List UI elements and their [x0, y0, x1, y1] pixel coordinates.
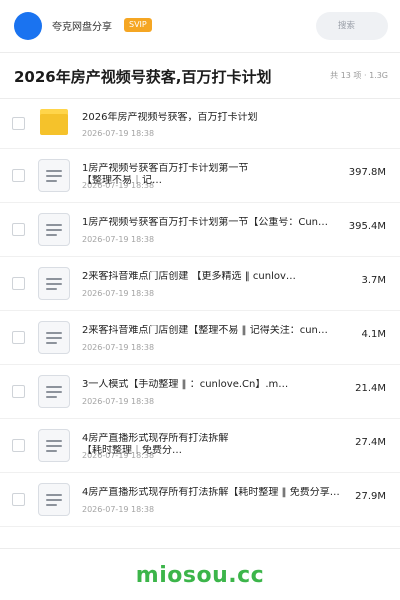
- file-name: 4房产直播形式现存所有打法拆解: [82, 433, 229, 444]
- svip-badge: SVIP: [124, 18, 152, 32]
- search-input[interactable]: 搜索: [316, 12, 388, 40]
- file-size: 21.4M: [355, 383, 386, 394]
- file-size: 3.7M: [361, 275, 386, 286]
- file-list: 2026年房产视频号获客，百万打卡计划 2026-07-19 18:38 1房产…: [0, 99, 400, 527]
- file-size: 27.4M: [355, 437, 386, 448]
- file-name: 4房产直播形式现存所有打法拆解【耗时整理 ‖ 免费分享…: [82, 487, 340, 498]
- file-size: 397.8M: [348, 167, 386, 178]
- document-icon: [38, 267, 70, 300]
- list-item[interactable]: 2026年房产视频号获客，百万打卡计划 2026-07-19 18:38: [0, 99, 400, 149]
- document-icon: [38, 213, 70, 246]
- select-checkbox[interactable]: [12, 493, 25, 506]
- share-header: 2026年房产视频号获客,百万打卡计划 共 13 项 · 1.3G: [0, 53, 400, 99]
- select-checkbox[interactable]: [12, 385, 25, 398]
- select-checkbox[interactable]: [12, 277, 25, 290]
- file-size: 4.1M: [361, 329, 386, 340]
- file-name: 2来客抖音难点门店创建 【更多精选 ‖ cunlov…: [82, 271, 296, 282]
- file-date: 2026-07-19 18:38: [82, 343, 155, 352]
- file-size: 395.4M: [348, 221, 386, 232]
- select-checkbox[interactable]: [12, 439, 25, 452]
- list-item[interactable]: 3一人模式【手动整理 ‖ ：cunlove.Cn】.m… 2026-07-19 …: [0, 365, 400, 419]
- document-icon: [38, 321, 70, 354]
- document-icon: [38, 483, 70, 516]
- file-date: 2026-07-19 18:38: [82, 397, 155, 406]
- list-item[interactable]: 2来客抖音难点门店创建【整理不易 ‖ 记得关注：cun… 2026-07-19 …: [0, 311, 400, 365]
- folder-icon: [40, 109, 68, 135]
- file-name-line2: 【整理不易｜记…: [82, 175, 162, 186]
- list-item[interactable]: 2来客抖音难点门店创建 【更多精选 ‖ cunlov… 2026-07-19 1…: [0, 257, 400, 311]
- file-name: 1房产视频号获客百万打卡计划第一节【公重号：Cun…: [82, 217, 329, 228]
- file-date: 2026-07-19 18:38: [82, 129, 155, 138]
- file-name: 1房产视频号获客百万打卡计划第一节: [82, 163, 249, 174]
- file-date: 2026-07-19 18:38: [82, 235, 155, 244]
- file-name: 3一人模式【手动整理 ‖ ：cunlove.Cn】.m…: [82, 379, 289, 390]
- avatar[interactable]: [14, 12, 42, 40]
- page-title: 2026年房产视频号获客,百万打卡计划: [14, 68, 272, 86]
- share-meta: 共 13 项 · 1.3G: [330, 71, 388, 80]
- file-name: 2来客抖音难点门店创建【整理不易 ‖ 记得关注：cun…: [82, 325, 328, 336]
- file-date: 2026-07-19 18:38: [82, 289, 155, 298]
- list-item[interactable]: 4房产直播形式现存所有打法拆解【耗时整理 ‖ 免费分享… 2026-07-19 …: [0, 473, 400, 527]
- top-bar: 夸克网盘分享 SVIP 搜索: [0, 0, 400, 52]
- document-icon: [38, 159, 70, 192]
- file-name-line2: 【耗时整理｜免费分…: [82, 445, 182, 456]
- select-checkbox[interactable]: [12, 331, 25, 344]
- list-item[interactable]: 1房产视频号获客百万打卡计划第一节 2026-07-19 18:38 【整理不易…: [0, 149, 400, 203]
- select-checkbox[interactable]: [12, 223, 25, 236]
- footer: miosou.cc: [0, 549, 400, 600]
- select-checkbox[interactable]: [12, 117, 25, 130]
- username: 夸克网盘分享: [52, 22, 112, 33]
- document-icon: [38, 375, 70, 408]
- file-name: 2026年房产视频号获客，百万打卡计划: [82, 112, 258, 123]
- file-date: 2026-07-19 18:38: [82, 505, 155, 514]
- file-size: 27.9M: [355, 491, 386, 502]
- watermark: miosou.cc: [135, 563, 265, 588]
- list-item[interactable]: 1房产视频号获客百万打卡计划第一节【公重号：Cun… 2026-07-19 18…: [0, 203, 400, 257]
- select-checkbox[interactable]: [12, 169, 25, 182]
- document-icon: [38, 429, 70, 462]
- list-item[interactable]: 4房产直播形式现存所有打法拆解 2026-07-19 18:38 【耗时整理｜免…: [0, 419, 400, 473]
